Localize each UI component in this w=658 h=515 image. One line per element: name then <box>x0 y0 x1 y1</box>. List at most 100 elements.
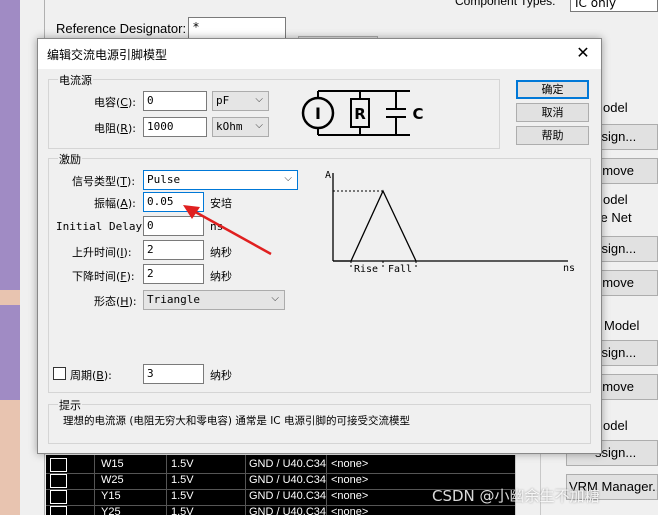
net-cell: GND / U40.C34 <box>249 474 327 486</box>
resistance-unit-value: kOhm <box>216 120 243 133</box>
resistance-unit-select[interactable]: kOhm ⌵ <box>212 117 269 137</box>
capacitance-label-text: 电容 <box>94 96 116 109</box>
rise-time-hotkey: I <box>120 246 124 259</box>
y-axis-label: A <box>325 170 331 181</box>
rise-label: Rise <box>354 264 378 275</box>
voltage-cell: 1.5V <box>171 506 194 515</box>
capacitance-unit-select[interactable]: pF ⌵ <box>212 91 269 111</box>
signal-type-hotkey: T <box>120 175 128 188</box>
pin-cell: Y15 <box>101 490 121 502</box>
period-label: 周期(B): <box>70 369 112 382</box>
row-checkbox[interactable] <box>50 458 67 472</box>
watermark: CSDN @小幽余生不加糖 <box>432 487 600 505</box>
model-label: odel <box>603 192 628 207</box>
dialog-titlebar[interactable]: 编辑交流电源引脚模型 ✕ <box>38 39 601 69</box>
current-source-group-title: 电流源 <box>58 72 93 88</box>
chevron-down-icon: ⌵ <box>255 94 263 105</box>
component-types-select[interactable]: IC only <box>570 0 658 12</box>
shape-label-text: 形态 <box>94 295 116 308</box>
capacitance-unit-value: pF <box>216 94 230 107</box>
chevron-down-icon: ⌵ <box>255 120 263 131</box>
signal-type-value: Pulse <box>147 173 181 186</box>
model-label: odel <box>603 418 628 433</box>
rise-time-label-text: 上升时间 <box>72 246 116 259</box>
row-checkbox[interactable] <box>50 506 67 515</box>
model-cell: <none> <box>331 506 369 515</box>
source-label: I <box>315 104 321 123</box>
reference-designator-label: Reference Designator: <box>56 21 187 36</box>
canvas-strip-accent <box>0 400 20 515</box>
canvas-strip-accent <box>0 290 20 305</box>
net-cell: GND / U40.C34 <box>249 458 327 470</box>
resistance-label-text: 电阻 <box>94 122 116 135</box>
fall-time-label: 下降时间(F): <box>72 270 135 283</box>
reference-designator-input[interactable]: * <box>188 17 286 39</box>
stimulus-group-title: 激励 <box>58 151 82 167</box>
voltage-cell: 1.5V <box>171 458 194 470</box>
fall-time-unit: 纳秒 <box>210 270 232 283</box>
chevron-down-icon: ⌵ <box>271 293 279 304</box>
resistance-input[interactable]: 1000 <box>143 117 207 137</box>
chevron-down-icon: ⌵ <box>284 173 292 184</box>
component-types-label: Component Types: <box>455 0 556 8</box>
row-checkbox[interactable] <box>50 490 67 504</box>
period-input[interactable]: 3 <box>143 364 204 384</box>
x-axis-label: ns <box>563 263 575 274</box>
dialog-title: 编辑交流电源引脚模型 <box>47 48 168 62</box>
shape-select[interactable]: Triangle ⌵ <box>143 290 285 310</box>
arrow-shaft <box>189 207 272 256</box>
cancel-button[interactable]: 取消 <box>516 103 589 122</box>
net-cell: GND / U40.C34 <box>249 490 327 502</box>
close-icon[interactable]: ✕ <box>573 43 593 63</box>
signal-type-select[interactable]: Pulse ⌵ <box>143 170 298 190</box>
voltage-cell: 1.5V <box>171 490 194 502</box>
capacitance-label: 电容(C): <box>94 96 136 109</box>
model-cell: <none> <box>331 458 369 470</box>
table-row[interactable]: W15 1.5V GND / U40.C34 <none> <box>46 457 530 473</box>
hint-group-title: 提示 <box>58 397 82 413</box>
amplitude-hotkey: A <box>120 197 128 210</box>
edit-ac-power-pin-model-dialog: 编辑交流电源引脚模型 ✕ 电流源 电容(C): 0 pF ⌵ 电阻(R): 100… <box>37 38 602 454</box>
amplitude-label: 振幅(A): <box>94 197 136 210</box>
resistance-hotkey: R <box>120 122 128 135</box>
waveform-preview: A Rise Fall ns <box>325 170 575 275</box>
initial-delay-label: Initial Delay: <box>56 220 149 233</box>
fall-time-hotkey: F <box>120 270 127 283</box>
shape-hotkey: H <box>120 295 129 308</box>
period-checkbox[interactable] <box>53 367 66 380</box>
model-cell: <none> <box>331 490 369 502</box>
capacitance-hotkey: C <box>120 96 128 109</box>
amplitude-label-text: 振幅 <box>94 197 116 210</box>
resistor-label: R <box>354 105 366 123</box>
signal-type-label-text: 信号类型 <box>72 175 116 188</box>
voltage-cell: 1.5V <box>171 474 194 486</box>
net-cell: GND / U40.C34 <box>249 506 327 515</box>
current-source-schematic: I R C <box>301 90 424 136</box>
resistance-label: 电阻(R): <box>94 122 136 135</box>
current-source-group <box>48 79 500 149</box>
capacitor-label: C <box>412 105 423 123</box>
triangle-waveform <box>333 189 417 262</box>
period-hotkey: B <box>96 369 104 382</box>
shape-value: Triangle <box>147 293 200 306</box>
fall-label: Fall <box>388 264 412 275</box>
ok-button[interactable]: 确定 <box>516 80 589 99</box>
pin-cell: W25 <box>101 474 124 486</box>
fall-time-input[interactable]: 2 <box>143 264 204 284</box>
pin-cell: W15 <box>101 458 124 470</box>
model-cell: <none> <box>331 474 369 486</box>
model-label: odel <box>603 100 628 115</box>
row-checkbox[interactable] <box>50 474 67 488</box>
table-row[interactable]: Y25 1.5V GND / U40.C34 <none> <box>46 505 530 515</box>
period-label-text: 周期 <box>70 369 92 382</box>
shape-label: 形态(H): <box>94 295 137 308</box>
annotation-arrow <box>183 205 272 256</box>
capacitance-input[interactable]: 0 <box>143 91 207 111</box>
fall-time-label-text: 下降时间 <box>72 270 116 283</box>
hint-text: 理想的电流源 (电阻无穷大和零电容) 通常是 IC 电源引脚的可接受交流模型 <box>63 415 410 427</box>
model-label: Model <box>604 318 640 333</box>
period-unit: 纳秒 <box>210 369 232 382</box>
help-button[interactable]: 帮助 <box>516 126 589 145</box>
signal-type-label: 信号类型(T): <box>72 175 136 188</box>
pin-cell: Y25 <box>101 506 121 515</box>
